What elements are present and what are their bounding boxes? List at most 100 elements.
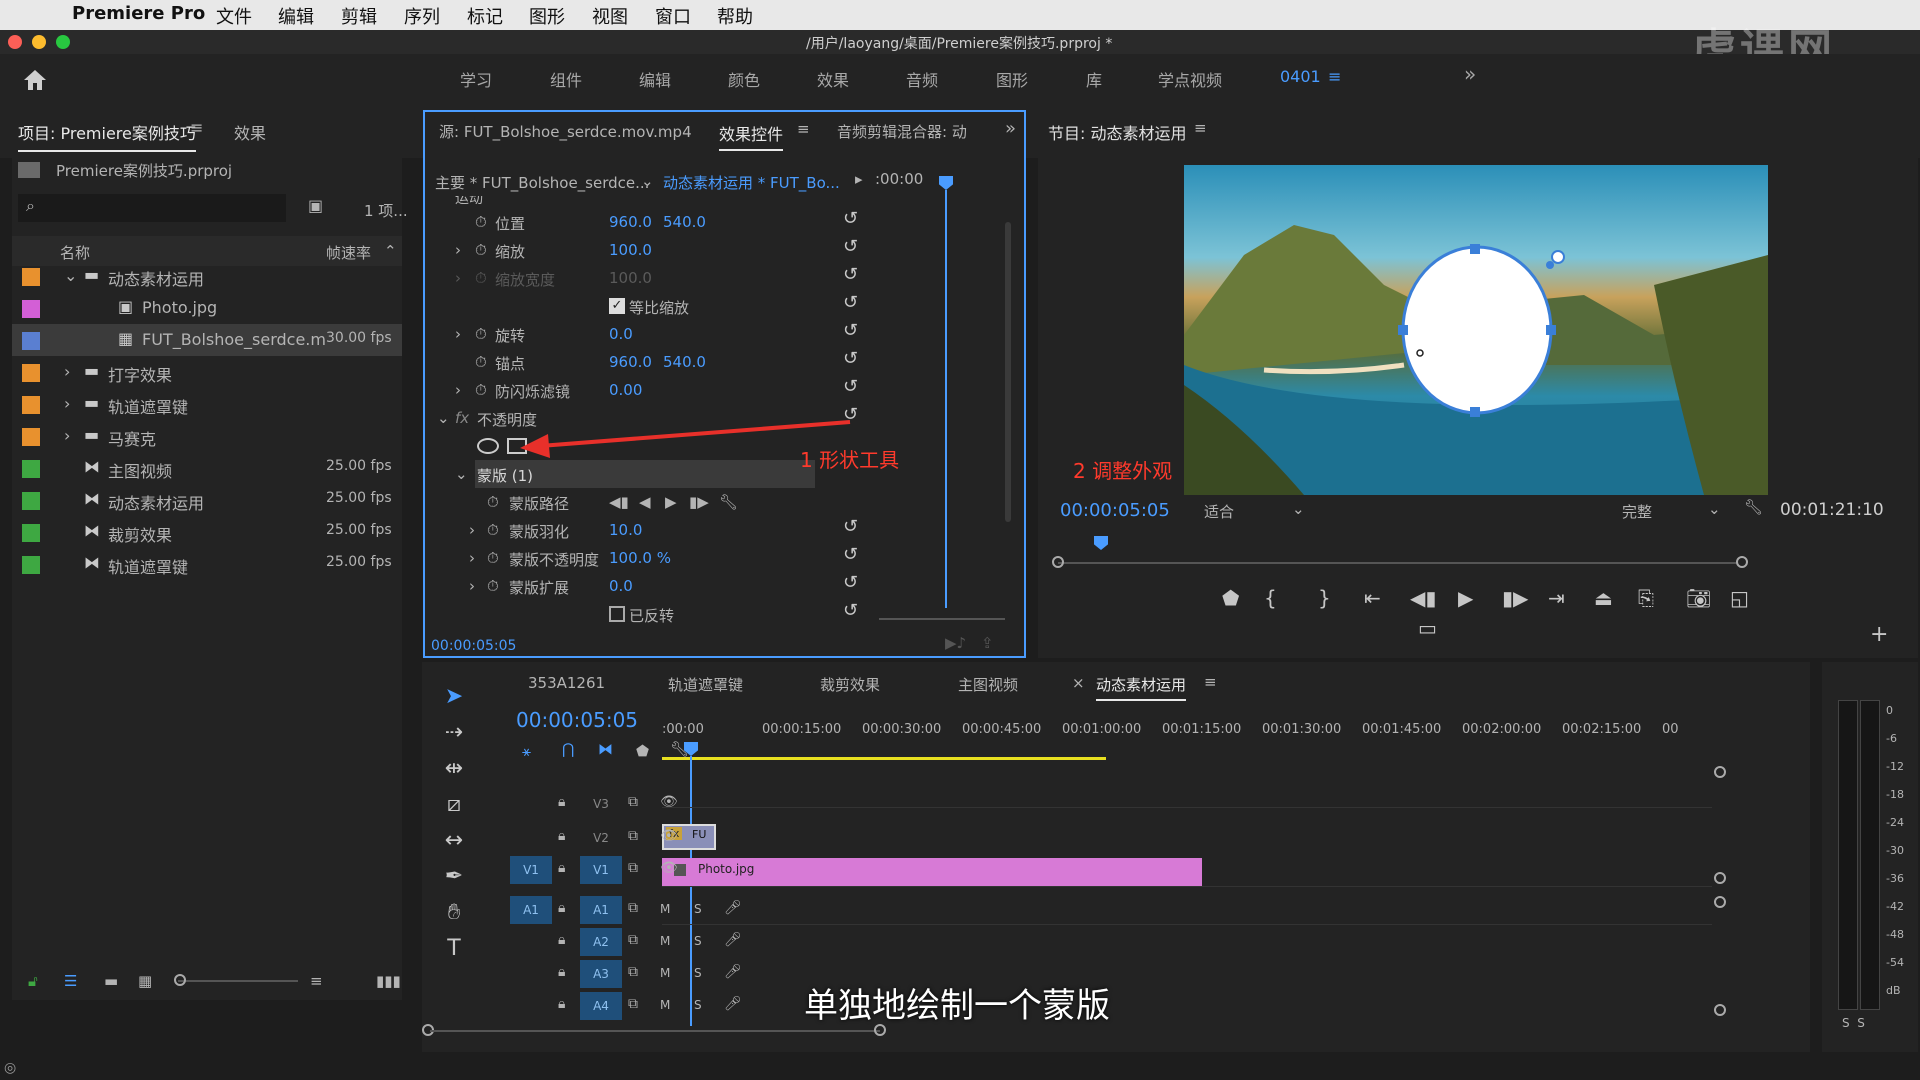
timeline-tab-track-matte[interactable]: 轨道遮罩键 [668,674,743,695]
sync-lock-icon[interactable]: ⧉ [628,828,638,844]
play-icon[interactable]: ▶ [1458,586,1473,610]
comparison-view-icon[interactable]: ◱ [1730,586,1749,610]
mark-in-icon[interactable]: { [1264,586,1277,610]
timeline-tab-crop[interactable]: 裁剪效果 [820,674,880,695]
track-target-v2[interactable]: V2 [580,824,622,852]
track-target-a4[interactable]: A4 [580,992,622,1020]
add-button-icon[interactable]: + [1870,622,1888,647]
track-target-v3[interactable]: V3 [580,790,622,818]
mute-button[interactable]: M [660,966,670,980]
microphone-icon[interactable]: 🎤︎ [724,900,742,916]
close-tab-icon[interactable]: × [1072,674,1085,692]
track-target-a2[interactable]: A2 [580,928,622,956]
mute-button[interactable]: M [660,934,670,948]
track-zoom-handle[interactable] [1714,896,1726,908]
track-zoom-handle[interactable] [1714,872,1726,884]
sync-lock-icon[interactable]: ⧉ [628,794,638,810]
sync-lock-icon[interactable]: ⧉ [628,860,638,876]
mute-button[interactable]: M [660,902,670,916]
nest-icon[interactable]: ⚹ [522,742,531,760]
solo-button[interactable]: S [694,966,702,980]
fit-dropdown[interactable]: 适合 [1204,501,1234,522]
track-lock-icon[interactable]: 🔒︎ [558,996,565,1012]
meter-scale-label: -30 [1886,844,1904,857]
quality-dropdown[interactable]: 完整 [1622,501,1652,522]
slip-tool-icon[interactable]: ↔ [436,828,472,858]
go-to-in-icon[interactable]: ⇤ [1364,586,1381,610]
timeline-zoom-bar[interactable] [430,1030,880,1032]
solo-button[interactable]: S [694,934,702,948]
meter-scale-label: dB [1886,984,1901,997]
selection-tool-icon[interactable]: ➤ [436,684,472,714]
pen-tool-icon[interactable]: ✒ [436,864,472,894]
timeline-tab-active[interactable]: 动态素材运用 [1096,674,1187,701]
step-forward-icon[interactable]: ▮▶ [1502,586,1528,610]
program-timecode[interactable]: 00:00:05:05 [1060,500,1170,521]
solo-button[interactable]: S [694,902,702,916]
timeline-tab-353a1261[interactable]: 353A1261 [528,674,605,692]
program-menu-icon[interactable]: ≡ [1194,119,1207,137]
timeline-menu-icon[interactable]: ≡ [1204,673,1217,691]
mark-out-icon[interactable]: } [1318,586,1331,610]
chevron-down-icon[interactable]: ⌄ [1292,500,1305,518]
track-lock-icon[interactable]: 🔒︎ [558,828,565,844]
meter-scale-label: -54 [1886,956,1904,969]
track-lock-icon[interactable]: 🔒︎ [558,860,565,876]
track-target-v1[interactable]: V1 [580,856,622,884]
track-lock-icon[interactable]: 🔒︎ [558,932,565,948]
sync-lock-icon[interactable]: ⧉ [628,964,638,980]
step-back-icon[interactable]: ◀▮ [1410,586,1436,610]
add-marker-icon[interactable]: ⬟ [636,742,649,760]
track-lock-icon[interactable]: 🔒︎ [558,900,565,916]
track-target-a1[interactable]: A1 [580,896,622,924]
timeline-tab-main-video[interactable]: 主图视频 [958,674,1018,695]
hand-tool-icon[interactable]: ✋︎ [436,900,472,930]
meter-solo-buttons[interactable]: S S [1842,1016,1865,1030]
meter-channel-right [1860,700,1880,1010]
microphone-icon[interactable]: 🎤︎ [724,964,742,980]
type-tool-icon[interactable]: T [436,936,472,966]
track-eye-icon[interactable]: 👁︎ [660,828,678,844]
program-zoom-left-handle[interactable] [1052,556,1064,568]
source-patch-a1[interactable]: A1 [510,896,552,924]
microphone-icon[interactable]: 🎤︎ [724,996,742,1012]
program-scrub-bar[interactable] [1058,562,1738,564]
sync-lock-icon[interactable]: ⧉ [628,996,638,1012]
solo-button[interactable]: S [694,998,702,1012]
sync-lock-icon[interactable]: ⧉ [628,900,638,916]
ruler-tick-label: 00:02:15:00 [1562,722,1642,737]
track-zoom-handle[interactable] [1714,766,1726,778]
microphone-icon[interactable]: 🎤︎ [724,932,742,948]
program-video-frame[interactable] [1184,165,1768,495]
work-area-bar[interactable] [662,757,1106,760]
track-header-v2: 🔒︎ V2 ⧉ 👁︎ [500,824,770,854]
ripple-edit-tool-icon[interactable]: ⇹ [436,756,472,786]
export-frame-icon[interactable]: 📷︎ [1686,586,1711,610]
track-eye-icon[interactable]: 👁︎ [660,794,678,810]
go-to-out-icon[interactable]: ⇥ [1548,586,1565,610]
chevron-down-icon[interactable]: ⌄ [1708,500,1721,518]
track-select-tool-icon[interactable]: ⇢ [436,720,472,750]
program-title[interactable]: 节目: 动态素材运用 [1048,120,1186,144]
source-patch-v1[interactable]: V1 [510,856,552,884]
extract-icon[interactable]: ⎘ [1638,586,1654,610]
settings-wrench-icon[interactable]: 🔧︎ [1744,498,1763,516]
sync-lock-icon[interactable]: ⧉ [628,932,638,948]
program-playhead[interactable] [1094,536,1108,550]
program-zoom-right-handle[interactable] [1736,556,1748,568]
linked-selection-icon[interactable]: ⧓ [598,740,613,758]
time-ruler[interactable]: :00:00 00:00:15:00 00:00:30:00 00:00:45:00 0… [662,722,1732,746]
add-marker-icon[interactable]: ⬟ [1222,586,1239,610]
lift-icon[interactable]: ⏏ [1594,586,1613,610]
mute-button[interactable]: M [660,998,670,1012]
track-eye-icon[interactable]: 👁︎ [660,860,678,876]
razor-tool-icon[interactable]: ⧄ [436,792,472,822]
timeline-timecode[interactable]: 00:00:05:05 [516,708,638,732]
safe-margins-icon[interactable]: ▭ [1418,616,1437,640]
track-zoom-handle[interactable] [1714,1004,1726,1016]
track-lock-icon[interactable]: 🔒︎ [558,794,565,810]
premiere-window: Premiere Pro 文件 编辑 剪辑 序列 标记 图形 视图 窗口 帮助 … [0,0,1920,1080]
snap-icon[interactable]: ⋂ [562,740,574,758]
track-target-a3[interactable]: A3 [580,960,622,988]
track-lock-icon[interactable]: 🔒︎ [558,964,565,980]
